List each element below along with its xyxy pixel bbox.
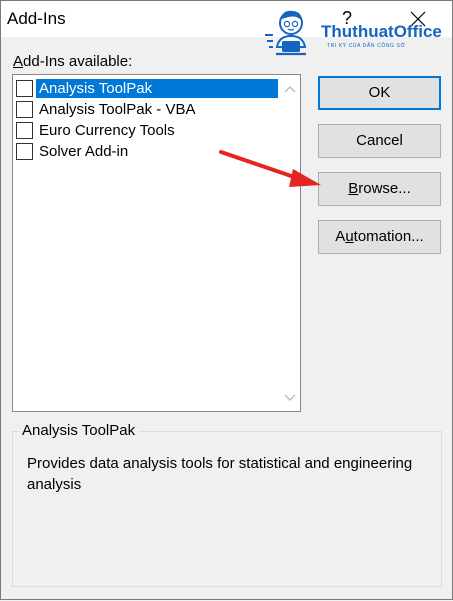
browse-accelerator: B <box>348 180 359 197</box>
add-ins-list[interactable]: Analysis ToolPak Analysis ToolPak - VBA … <box>12 74 301 412</box>
list-item[interactable]: Analysis ToolPak - VBA <box>15 99 275 120</box>
window-title: Add-Ins <box>7 9 66 28</box>
ok-button[interactable]: OK <box>318 76 441 110</box>
checkbox[interactable] <box>16 143 33 160</box>
scroll-down-button[interactable] <box>281 389 299 407</box>
add-ins-available-label: Add-Ins available: <box>13 53 132 70</box>
item-label: Analysis ToolPak <box>36 79 278 98</box>
automation-label-end: tomation... <box>353 228 424 245</box>
list-item[interactable]: Solver Add-in <box>15 141 275 162</box>
label-accelerator: A <box>13 53 24 70</box>
item-label: Euro Currency Tools <box>39 122 175 139</box>
browse-label: rowse... <box>358 180 411 197</box>
automation-label-start: A <box>335 228 346 245</box>
item-label: Analysis ToolPak - VBA <box>39 101 196 118</box>
cancel-button[interactable]: Cancel <box>318 124 441 158</box>
add-ins-dialog: Add-Ins ? ThuthuatOffice TRI KỲ CỦA DÂN … <box>0 0 453 600</box>
checkbox[interactable] <box>16 80 33 97</box>
list-item[interactable]: Analysis ToolPak <box>15 78 278 99</box>
mascot-icon <box>265 10 307 56</box>
list-scrollbar[interactable] <box>281 76 299 410</box>
automation-accelerator: u <box>345 228 354 245</box>
scroll-up-button[interactable] <box>281 80 299 98</box>
brand-name: ThuthuatOffice <box>321 22 442 41</box>
chevron-down-icon <box>284 394 296 402</box>
label-text: dd-Ins available: <box>23 53 133 70</box>
description-text: Provides data analysis tools for statist… <box>27 455 413 493</box>
checkbox[interactable] <box>16 122 33 139</box>
description-title: Analysis ToolPak <box>19 422 139 439</box>
chevron-up-icon <box>284 85 296 93</box>
checkbox[interactable] <box>16 101 33 118</box>
browse-button[interactable]: Browse... <box>318 172 441 206</box>
item-label: Solver Add-in <box>39 143 129 160</box>
brand-tagline: TRI KỲ CỦA DÂN CÔNG SỞ <box>327 43 406 49</box>
automation-button[interactable]: Automation... <box>318 220 441 254</box>
thuthuatoffice-logo: ThuthuatOffice TRI KỲ CỦA DÂN CÔNG SỞ <box>259 5 449 65</box>
list-item[interactable]: Euro Currency Tools <box>15 120 275 141</box>
